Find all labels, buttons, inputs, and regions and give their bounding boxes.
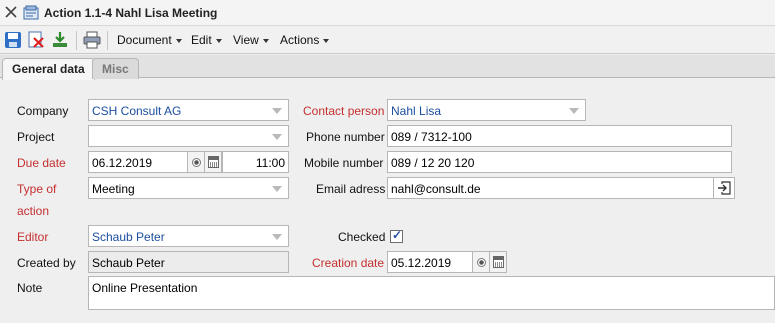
- tab-strip: General data Misc: [0, 55, 775, 80]
- calendar-icon: [208, 156, 219, 168]
- editor-value: Schaub Peter: [92, 230, 165, 244]
- note-textarea[interactable]: Online Presentation: [88, 276, 775, 310]
- tab-general-data[interactable]: General data: [2, 58, 95, 80]
- contact-person-select[interactable]: Nahl Lisa: [387, 99, 586, 121]
- send-email-button[interactable]: [713, 177, 735, 199]
- type-of-action-select[interactable]: Meeting: [88, 177, 289, 199]
- mobile-number-value: 089 / 12 20 120: [391, 156, 475, 170]
- close-icon[interactable]: [5, 6, 17, 18]
- radio-dot-icon: [477, 258, 486, 267]
- email-value: nahl@consult.de: [391, 182, 481, 196]
- company-label: Company: [17, 104, 69, 118]
- checked-checkbox[interactable]: ✓: [390, 228, 403, 243]
- note-label: Note: [17, 281, 43, 295]
- created-by-field: Schaub Peter: [88, 251, 289, 273]
- window-title: Action 1.1-4 Nahl Lisa Meeting: [44, 6, 218, 20]
- creation-date-value: 05.12.2019: [391, 256, 452, 270]
- editor-label: Editor: [17, 230, 49, 244]
- due-date-input[interactable]: 06.12.2019: [88, 151, 188, 173]
- tab-misc[interactable]: Misc: [92, 58, 139, 79]
- type-of-action-label-line2: action: [17, 204, 50, 218]
- menu-actions[interactable]: Actions: [280, 33, 329, 47]
- checked-label: Checked: [338, 230, 386, 244]
- chevron-down-icon[interactable]: [272, 108, 282, 114]
- created-by-value: Schaub Peter: [92, 256, 165, 270]
- due-time-input[interactable]: 11:00: [222, 151, 289, 173]
- creation-date-picker-button[interactable]: [489, 251, 507, 273]
- contact-person-value: Nahl Lisa: [391, 104, 442, 118]
- creation-date-reset-button[interactable]: [472, 251, 490, 273]
- chevron-down-icon[interactable]: [272, 234, 282, 240]
- title-bar: Action 1.1-4 Nahl Lisa Meeting: [0, 0, 775, 26]
- toolbar: Document Edit View Actions: [0, 27, 775, 54]
- toolbar-separator: [76, 31, 77, 50]
- company-value: CSH Consult AG: [92, 104, 182, 118]
- creation-date-input[interactable]: 05.12.2019: [387, 251, 473, 273]
- date-picker-button[interactable]: [204, 151, 222, 173]
- creation-date-label: Creation date: [312, 256, 385, 270]
- download-icon[interactable]: [51, 31, 69, 49]
- menu-edit[interactable]: Edit: [191, 33, 222, 47]
- menu-document[interactable]: Document: [117, 33, 182, 47]
- delete-icon[interactable]: [27, 31, 45, 49]
- chevron-down-icon[interactable]: [272, 186, 282, 192]
- radio-dot-icon: [192, 158, 201, 167]
- project-label: Project: [17, 130, 55, 144]
- due-time-value: 11:00: [255, 156, 285, 170]
- mobile-number-label: Mobile number: [304, 156, 384, 170]
- send-email-icon: [718, 181, 731, 195]
- email-label: Email adress: [316, 182, 386, 196]
- chevron-down-icon[interactable]: [272, 134, 282, 140]
- company-select[interactable]: CSH Consult AG: [88, 99, 289, 121]
- project-select[interactable]: [88, 125, 289, 147]
- phone-number-value: 089 / 7312-100: [391, 130, 472, 144]
- mobile-number-input[interactable]: 089 / 12 20 120: [387, 151, 732, 173]
- print-icon[interactable]: [83, 31, 101, 49]
- type-of-action-value: Meeting: [92, 182, 135, 196]
- type-of-action-label-line1: Type of: [17, 182, 57, 196]
- calendar-icon: [493, 256, 504, 268]
- note-value: Online Presentation: [92, 281, 198, 295]
- toolbar-separator: [107, 31, 108, 50]
- editor-select[interactable]: Schaub Peter: [88, 225, 289, 247]
- due-date-value: 06.12.2019: [92, 156, 153, 170]
- phone-number-input[interactable]: 089 / 7312-100: [387, 125, 732, 147]
- contact-person-label: Contact person: [303, 104, 385, 118]
- phone-number-label: Phone number: [306, 130, 385, 144]
- created-by-label: Created by: [17, 256, 76, 270]
- checkmark-icon: ✓: [392, 228, 403, 242]
- chevron-down-icon[interactable]: [569, 108, 579, 114]
- action-icon: [23, 5, 39, 20]
- due-date-label: Due date: [17, 156, 66, 170]
- email-input[interactable]: nahl@consult.de: [387, 177, 714, 199]
- menu-view[interactable]: View: [233, 33, 269, 47]
- date-reset-button[interactable]: [187, 151, 205, 173]
- save-icon[interactable]: [4, 31, 22, 49]
